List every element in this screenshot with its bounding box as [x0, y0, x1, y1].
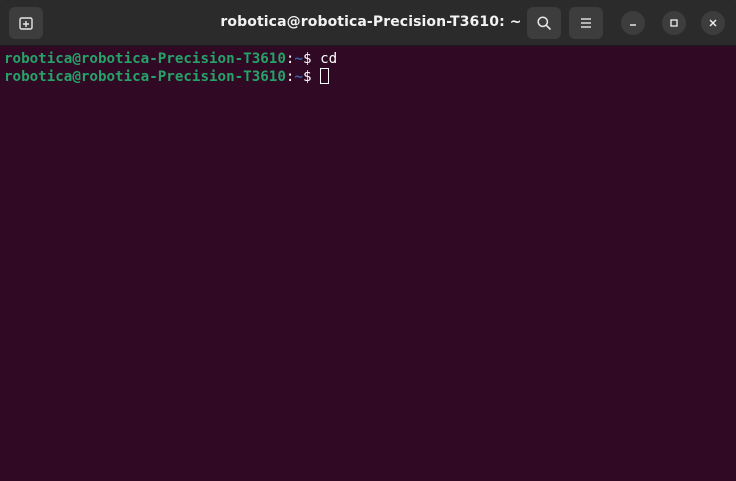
maximize-icon [669, 18, 679, 28]
prompt-symbol: $ [302, 69, 321, 85]
minimize-icon [628, 18, 638, 28]
user-host: robotica@robotica-Precision-T3610 [4, 51, 286, 67]
search-button[interactable] [527, 7, 561, 39]
hamburger-menu-icon [579, 16, 593, 30]
maximize-button[interactable] [662, 11, 686, 35]
search-icon [536, 15, 552, 31]
header-bar: robotica@robotica-Precision-T3610: ~ [0, 0, 736, 46]
text-cursor [320, 68, 330, 84]
terminal-line: robotica@robotica-Precision-T3610:~$ [4, 68, 736, 86]
close-icon [708, 18, 718, 28]
user-host: robotica@robotica-Precision-T3610 [4, 69, 286, 85]
terminal-line: robotica@robotica-Precision-T3610:~$ cd [4, 50, 736, 68]
close-button[interactable] [701, 11, 725, 35]
minimize-button[interactable] [621, 11, 645, 35]
terminal-window: robotica@robotica-Precision-T3610: ~ rob… [0, 0, 736, 481]
terminal-output[interactable]: robotica@robotica-Precision-T3610:~$ cd … [0, 46, 736, 481]
current-path: ~ [294, 69, 303, 85]
current-path: ~ [294, 51, 303, 67]
prompt-symbol: $ [302, 51, 321, 67]
command-text: cd [320, 51, 338, 67]
menu-button[interactable] [569, 7, 603, 39]
